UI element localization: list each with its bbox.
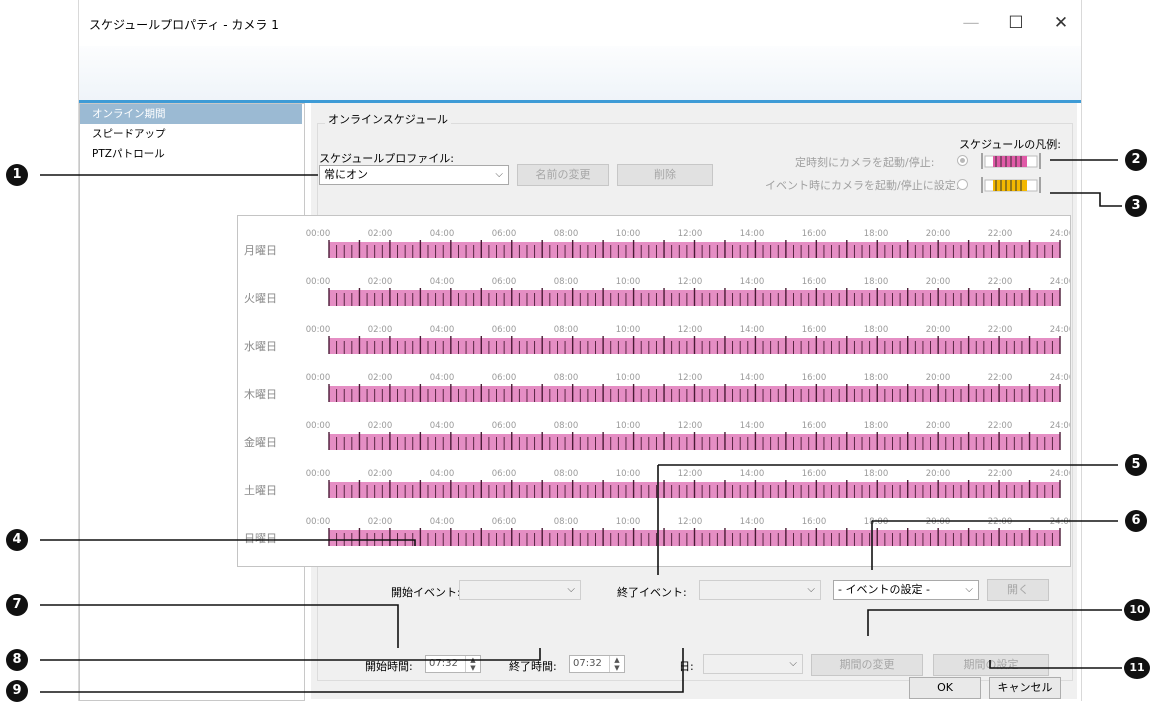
callout-4-icon: 4 — [6, 529, 28, 551]
callout-2-icon: 2 — [1125, 149, 1147, 171]
callout-7-icon: 7 — [6, 594, 28, 616]
callout-10-icon: 10 — [1124, 599, 1150, 621]
callout-11-icon: 11 — [1124, 657, 1150, 679]
callout-6-icon: 6 — [1125, 510, 1147, 532]
callout-8-icon: 8 — [6, 649, 28, 671]
callout-3-icon: 3 — [1125, 195, 1147, 217]
callout-1-icon: 1 — [6, 164, 28, 186]
callout-5-icon: 5 — [1125, 454, 1147, 476]
callout-lines — [40, 159, 1122, 693]
callout-9-icon: 9 — [6, 680, 28, 702]
